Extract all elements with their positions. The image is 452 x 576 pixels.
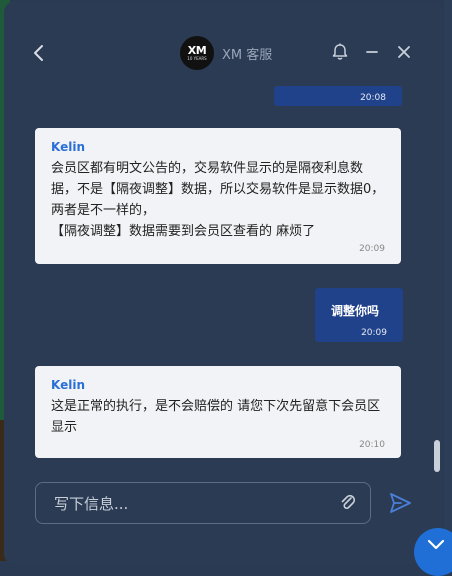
- message-incoming: Kelin 这是正常的执行，是不会赔偿的 请您下次先留意下会员区显示 20:10: [35, 366, 401, 458]
- chat-title: XM 客服: [222, 47, 273, 63]
- message-time: 20:09: [361, 328, 387, 338]
- background-strip: [444, 0, 452, 561]
- scroll-down-button[interactable]: [414, 528, 452, 576]
- message-text: 会员区都有明文公告的，交易软件显示的是隔夜利息数据，不是【隔夜调整】数据，所以交…: [51, 161, 385, 239]
- message-text: 这是正常的执行，是不会赔偿的 请您下次先留意下会员区显示: [51, 399, 381, 435]
- sender-name: Kelin: [51, 378, 85, 392]
- sender-name: Kelin: [51, 140, 85, 154]
- bell-icon: [332, 43, 348, 60]
- message-time: 20:08: [360, 93, 386, 103]
- logo-text: XM: [187, 44, 207, 57]
- back-button[interactable]: [26, 40, 52, 66]
- send-button[interactable]: [387, 490, 413, 516]
- close-button[interactable]: [394, 42, 414, 62]
- logo-subtext: 10 YEARS: [187, 56, 207, 61]
- message-time: 20:09: [359, 244, 385, 254]
- message-text: 调整你吗: [331, 304, 380, 318]
- paperclip-icon: [341, 494, 356, 510]
- chat-window: XM 10 YEARS XM 客服 20:08 Kelin 会员区都有明文公告的…: [4, 2, 442, 564]
- message-input[interactable]: [52, 493, 326, 515]
- minimize-button[interactable]: [362, 42, 382, 62]
- xm-logo: XM 10 YEARS: [180, 36, 214, 70]
- message-incoming: Kelin 会员区都有明文公告的，交易软件显示的是隔夜利息数据，不是【隔夜调整】…: [35, 128, 401, 264]
- attach-button[interactable]: [338, 493, 358, 513]
- scrollbar-thumb[interactable]: [434, 440, 440, 472]
- message-time: 20:10: [359, 440, 385, 450]
- back-arrow-icon: [34, 45, 43, 61]
- send-icon: [390, 493, 411, 513]
- message-composer: [35, 482, 371, 524]
- brand: XM 10 YEARS XM 客服: [180, 36, 272, 70]
- message-list[interactable]: 20:08 Kelin 会员区都有明文公告的，交易软件显示的是隔夜利息数据，不是…: [4, 82, 442, 472]
- minimize-icon: [366, 51, 378, 53]
- message-outgoing: 20:08: [274, 86, 402, 106]
- message-outgoing: 调整你吗 20:09: [315, 288, 403, 342]
- close-icon: [398, 46, 410, 58]
- chevron-down-icon: [427, 539, 445, 550]
- notification-button[interactable]: [330, 42, 350, 62]
